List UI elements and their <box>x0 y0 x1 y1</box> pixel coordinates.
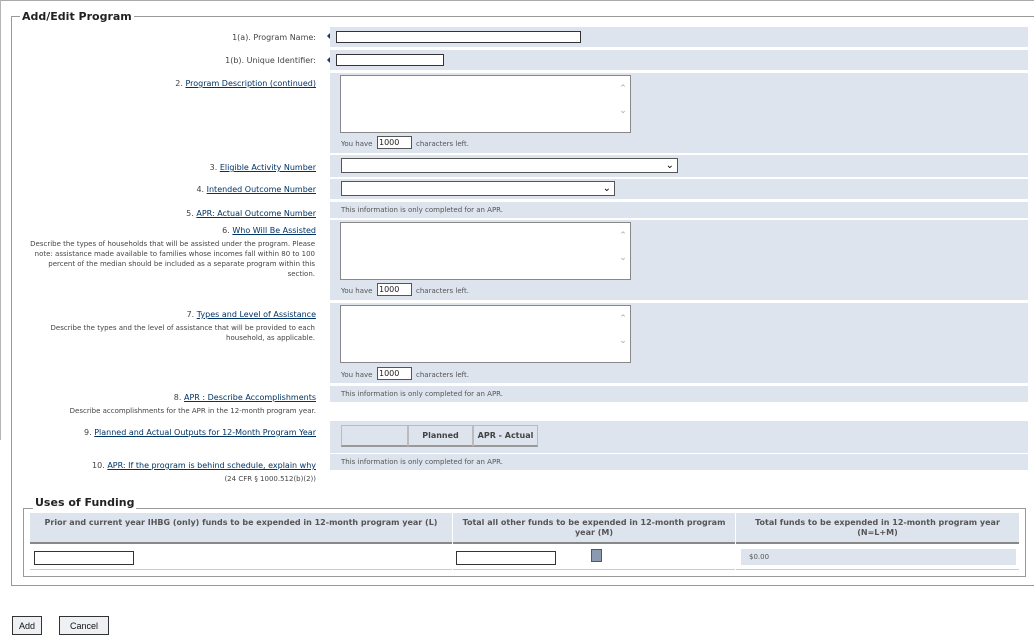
accomplishments-link[interactable]: APR : Describe Accomplishments <box>184 393 316 402</box>
types-assistance-prefix: 7. <box>186 310 195 319</box>
chars-left-suffix: characters left. <box>416 287 469 295</box>
program-name-label: 1(a). Program Name: <box>232 33 316 42</box>
total-funds-value: $0.00 <box>749 553 770 561</box>
calculator-icon[interactable] <box>591 549 602 562</box>
fieldset-title: Add/Edit Program <box>20 10 134 23</box>
outputs-link[interactable]: Planned and Actual Outputs for 12-Month … <box>94 428 316 437</box>
eligible-activity-label: 3. Eligible Activity Number <box>210 163 316 172</box>
other-funds-input[interactable] <box>456 551 556 565</box>
intended-outcome-link[interactable]: Intended Outcome Number <box>207 185 316 194</box>
chars-left-prefix: You have <box>341 140 373 148</box>
apr-outcome-prefix: 5. <box>186 209 194 218</box>
who-assisted-textarea[interactable]: ⌃ ⌄ <box>340 222 631 280</box>
program-description-label: 2. Program Description (continued) <box>175 79 316 88</box>
add-button[interactable]: Add <box>12 616 42 635</box>
program-name-input[interactable] <box>336 31 581 43</box>
behind-schedule-cfr: (24 CFR § 1000.512(b)(2)) <box>224 475 316 483</box>
scroll-down-icon[interactable]: ⌄ <box>618 106 628 116</box>
accomplishments-prefix: 8. <box>173 393 182 402</box>
outputs-blank-header <box>341 425 408 447</box>
program-description-prefix: 2. <box>175 79 183 88</box>
behind-schedule-label: 10. APR: If the program is behind schedu… <box>92 461 316 470</box>
program-description-textarea[interactable]: ⌃ ⌄ <box>340 75 631 133</box>
scroll-up-icon[interactable]: ⌃ <box>618 314 628 324</box>
outputs-planned-header: Planned <box>408 425 473 447</box>
cancel-button[interactable]: Cancel <box>59 616 109 635</box>
types-assistance-label: 7. Types and Level of Assistance <box>187 310 316 319</box>
behind-schedule-prefix: 10. <box>92 461 105 470</box>
accomplishments-label: 8. APR : Describe Accomplishments <box>174 393 316 402</box>
scroll-down-icon[interactable]: ⌄ <box>618 336 628 346</box>
types-assistance-textarea[interactable]: ⌃ ⌄ <box>340 305 631 363</box>
intended-outcome-label: 4. Intended Outcome Number <box>196 185 316 194</box>
chars-left-prefix: You have <box>341 287 373 295</box>
intended-outcome-prefix: 4. <box>196 185 205 194</box>
funding-col-n-header: Total funds to be expended in 12-month p… <box>736 513 1019 544</box>
outputs-prefix: 9. <box>84 428 92 437</box>
chevron-down-icon: ⌄ <box>602 183 611 194</box>
eligible-activity-prefix: 3. <box>209 163 218 172</box>
program-description-link[interactable]: Program Description (continued) <box>185 79 316 88</box>
apr-outcome-link[interactable]: APR: Actual Outcome Number <box>196 209 316 218</box>
uses-of-funding-title: Uses of Funding <box>33 496 137 509</box>
who-assisted-label: 6. Who Will Be Assisted <box>222 226 316 235</box>
behind-schedule-link[interactable]: APR: If the program is behind schedule, … <box>107 461 316 470</box>
outputs-label: 9. Planned and Actual Outputs for 12-Mon… <box>84 428 316 437</box>
chars-left-count: 1000 <box>377 367 412 380</box>
unique-identifier-label: 1(b). Unique Identifier: <box>225 56 316 65</box>
top-border <box>0 0 1034 1</box>
types-assistance-description: Describe the types and the level of assi… <box>50 324 315 342</box>
left-page-border <box>0 0 1 440</box>
eligible-activity-link[interactable]: Eligible Activity Number <box>220 163 316 172</box>
required-marker-icon <box>327 57 330 63</box>
total-funds-cell <box>741 549 1016 565</box>
chars-left-suffix: characters left. <box>416 371 469 379</box>
funding-col-l-header: Prior and current year IHBG (only) funds… <box>30 513 452 544</box>
intended-outcome-select[interactable]: ⌄ <box>341 181 615 196</box>
eligible-activity-select[interactable]: ⌄ <box>341 158 678 173</box>
apr-only-note: This information is only completed for a… <box>341 390 504 398</box>
who-assisted-prefix: 6. <box>222 226 230 235</box>
accomplishments-description: Describe accomplishments for the APR in … <box>69 407 316 415</box>
apr-only-note: This information is only completed for a… <box>341 458 504 466</box>
funding-col-m-header: Total all other funds to be expended in … <box>453 513 735 544</box>
chars-left-prefix: You have <box>341 371 373 379</box>
scroll-down-icon[interactable]: ⌄ <box>618 253 628 263</box>
chevron-down-icon: ⌄ <box>665 160 674 171</box>
chars-left-count: 1000 <box>377 136 412 149</box>
unique-identifier-input[interactable] <box>336 54 444 66</box>
who-assisted-link[interactable]: Who Will Be Assisted <box>232 226 316 235</box>
types-assistance-link[interactable]: Types and Level of Assistance <box>197 310 316 319</box>
apr-outcome-label: 5. APR: Actual Outcome Number <box>186 209 316 218</box>
scroll-up-icon[interactable]: ⌃ <box>618 231 628 241</box>
scroll-up-icon[interactable]: ⌃ <box>618 84 628 94</box>
apr-only-note: This information is only completed for a… <box>341 206 504 214</box>
required-marker-icon <box>327 33 330 39</box>
chars-left-count: 1000 <box>377 283 412 296</box>
who-assisted-description: Describe the types of households that wi… <box>30 240 315 278</box>
outputs-apr-header: APR - Actual <box>473 425 538 447</box>
chars-left-suffix: characters left. <box>416 140 469 148</box>
ihbg-funds-input[interactable] <box>34 551 134 565</box>
